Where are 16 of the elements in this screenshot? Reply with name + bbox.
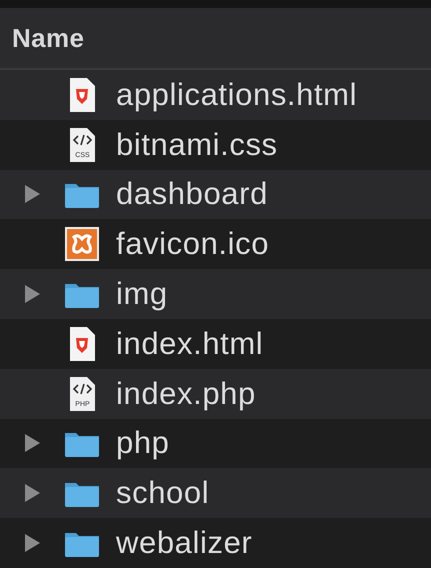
file-name[interactable]: bitnami.css: [116, 126, 278, 163]
disclosure-triangle-icon[interactable]: [24, 534, 40, 552]
disclosure-triangle-icon[interactable]: [24, 484, 40, 502]
file-name[interactable]: index.php: [116, 376, 256, 412]
file-name[interactable]: img: [116, 276, 168, 312]
file-name[interactable]: school: [116, 475, 210, 512]
file-name[interactable]: index.html: [116, 326, 264, 362]
column-header[interactable]: Name: [0, 8, 431, 70]
disclosure-triangle-icon[interactable]: [24, 285, 40, 304]
column-title: Name: [12, 22, 84, 54]
app-icon: [64, 226, 100, 262]
disclosure-triangle-icon[interactable]: [24, 434, 40, 452]
file-name[interactable]: webalizer: [116, 525, 252, 562]
file-name[interactable]: favicon.ico: [116, 226, 270, 262]
disclosure-triangle-icon[interactable]: [24, 185, 40, 204]
file-name[interactable]: php: [116, 425, 170, 462]
